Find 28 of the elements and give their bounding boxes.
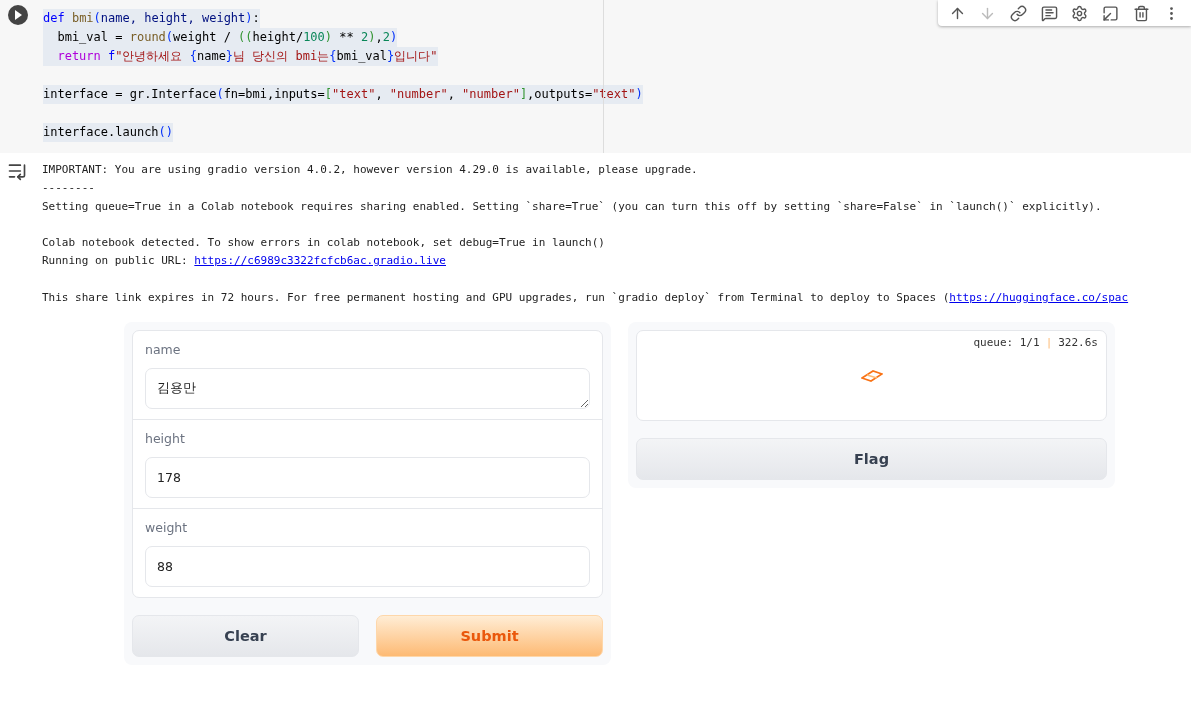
link-icon[interactable]	[1010, 4, 1028, 22]
output-text: Colab notebook detected. To show errors in colab notebook, set debug=True in launch()	[42, 236, 605, 250]
output-toggle-icon[interactable]	[7, 161, 27, 181]
output-text: This share link expires in 72 hours. For free permanent hosting and GPU upgrades, run `gradio deploy` from Terminal to deploy to Spaces (	[42, 291, 950, 305]
field-label: height	[145, 431, 186, 447]
output-text: Running on public URL:	[42, 254, 189, 268]
elapsed-time: 322.6s	[1058, 336, 1098, 350]
output-text: IMPORTANT: You are using gradio version 4.0.2, however version 4.29.0 is available, please upgrade.	[42, 163, 698, 176]
run-button[interactable]	[8, 5, 28, 25]
output-text: Setting queue=True in a Colab notebook requires sharing enabled. Setting `share=True` (you can turn this off by setting `share=False` in `launch()` explicitly).	[42, 199, 1102, 213]
settings-icon[interactable]	[1071, 4, 1089, 22]
field-label: weight	[145, 520, 189, 536]
loading-icon	[860, 368, 883, 383]
trash-icon[interactable]	[1132, 4, 1150, 22]
comment-icon[interactable]	[1040, 4, 1058, 22]
url-link[interactable]: https://huggingface.co/spac	[949, 291, 1129, 305]
url-link[interactable]: https://c6989c3322fcfcb6ac.gradio.live	[194, 254, 446, 268]
separator: |	[1045, 336, 1053, 350]
field-label: name	[145, 342, 182, 358]
number-field[interactable]: 178	[145, 457, 590, 499]
text-field[interactable]: 김용만	[145, 368, 590, 410]
flag-button[interactable]: Flag	[636, 438, 1107, 481]
clear-button[interactable]: Clear	[132, 615, 359, 658]
mirror-icon[interactable]	[1101, 4, 1119, 22]
queue-status: queue: 1/1	[973, 336, 1040, 350]
output-text: --------	[42, 181, 95, 195]
play-icon	[14, 10, 22, 20]
number-field[interactable]: 88	[145, 546, 590, 588]
